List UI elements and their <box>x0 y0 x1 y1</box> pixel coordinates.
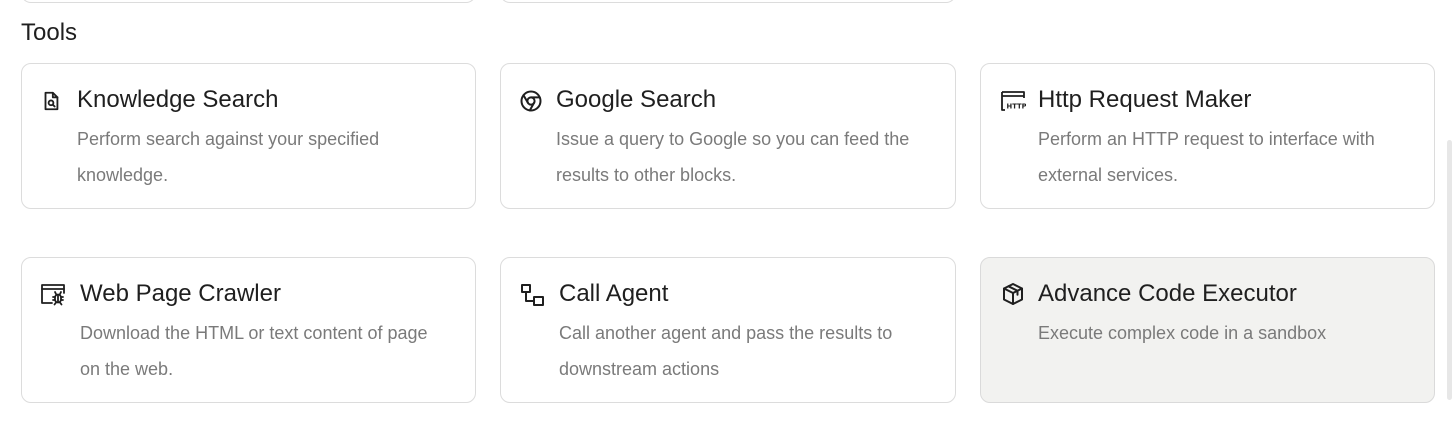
package-icon <box>1000 282 1026 308</box>
tool-card-description: Call another agent and pass the results … <box>559 323 893 379</box>
tool-card-http-request-maker[interactable]: HTTP Http Request Maker Perform an HTTP … <box>980 63 1435 209</box>
tool-card-title: Advance Code Executor <box>1038 280 1297 307</box>
tools-panel: Tools Knowledge Search Perform search ag… <box>0 0 1452 424</box>
tool-card-title: Call Agent <box>559 280 669 307</box>
scrollbar[interactable] <box>1447 140 1452 400</box>
chrome-icon <box>518 88 544 114</box>
tool-card-advance-code-executor[interactable]: Advance Code Executor Execute complex co… <box>980 257 1435 403</box>
http-icon: HTTP <box>1000 88 1026 114</box>
tool-card-title: Http Request Maker <box>1038 86 1252 113</box>
tool-card-description: Download the HTML or text content of pag… <box>80 323 428 379</box>
tool-card-description: Execute complex code in a sandbox <box>1038 323 1327 343</box>
section-title: Tools <box>21 19 78 46</box>
tool-card-google-search[interactable]: Google Search Issue a query to Google so… <box>500 63 956 209</box>
tool-card-description: Perform search against your specified kn… <box>77 129 380 185</box>
flow-nodes-icon <box>520 282 546 308</box>
document-search-icon <box>38 88 64 114</box>
svg-text:HTTP: HTTP <box>1007 103 1027 111</box>
tool-card-title: Google Search <box>556 86 717 113</box>
tool-card-web-page-crawler[interactable]: Web Page Crawler Download the HTML or te… <box>21 257 476 403</box>
previous-section-card[interactable] <box>500 0 956 3</box>
tool-card-knowledge-search[interactable]: Knowledge Search Perform search against … <box>21 63 476 209</box>
web-crawler-icon <box>40 282 66 308</box>
tool-card-description: Perform an HTTP request to interface wit… <box>1038 129 1375 185</box>
tool-card-call-agent[interactable]: Call Agent Call another agent and pass t… <box>500 257 956 403</box>
tool-card-description: Issue a query to Google so you can feed … <box>556 129 910 185</box>
tool-card-title: Web Page Crawler <box>80 280 281 307</box>
tool-card-title: Knowledge Search <box>77 86 279 113</box>
previous-section-card[interactable] <box>21 0 476 3</box>
